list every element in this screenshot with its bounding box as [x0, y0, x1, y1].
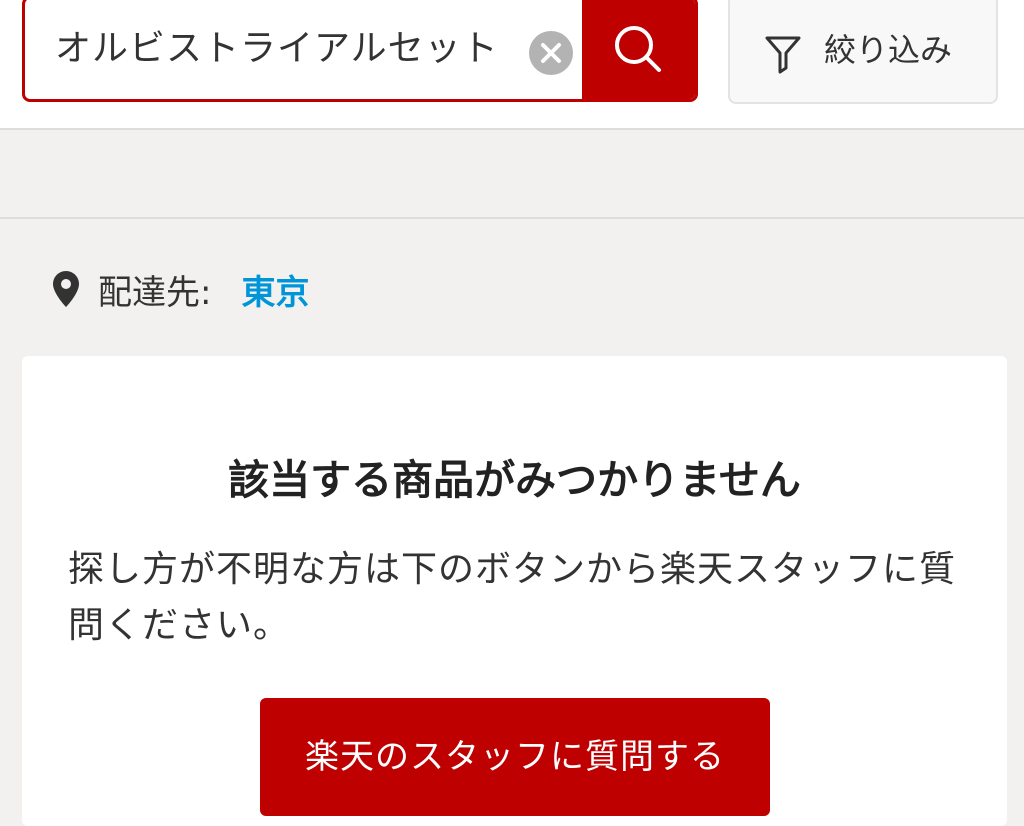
delivery-location-link[interactable]: 東京 — [241, 265, 309, 314]
map-pin-icon — [53, 271, 79, 307]
section-divider — [0, 217, 1024, 219]
close-circle-icon — [541, 43, 561, 63]
clear-search-button[interactable] — [529, 31, 573, 75]
magnifier-icon — [615, 26, 661, 72]
no-results-title: 該当する商品がみつかりません — [228, 456, 801, 504]
ask-staff-button[interactable]: 楽天のスタッフに質問する — [260, 698, 770, 816]
search-button[interactable] — [582, 0, 695, 99]
no-results-card: 該当する商品がみつかりません 探し方が不明な方は下のボタンから楽天スタッフに質問… — [22, 356, 1007, 826]
search-box: オルビストライアルセット — [22, 0, 698, 102]
delivery-destination: 配達先: 東京 — [52, 265, 309, 314]
delivery-label: 配達先: — [98, 272, 212, 313]
search-input[interactable]: オルビストライアルセット — [55, 27, 525, 71]
funnel-icon — [765, 36, 801, 74]
filter-label: 絞り込み — [824, 31, 953, 69]
header: オルビストライアルセット 絞り込み — [0, 0, 1024, 130]
filter-button[interactable]: 絞り込み — [728, 0, 998, 104]
no-results-message: 探し方が不明な方は下のボタンから楽天スタッフに質問ください。 — [68, 549, 957, 646]
